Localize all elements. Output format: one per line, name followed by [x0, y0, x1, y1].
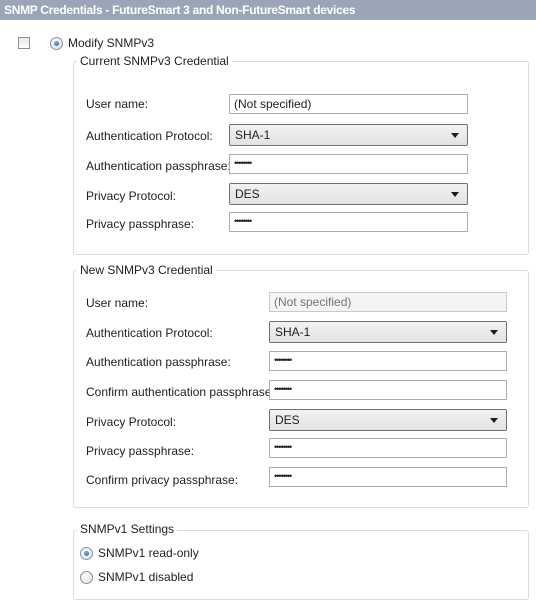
new-privacy-protocol-value: DES — [275, 413, 300, 427]
chevron-down-icon — [490, 418, 498, 423]
new-privacy-pass-field[interactable]: •••••••• — [269, 438, 507, 458]
new-auth-pass-label: Authentication passphrase: — [86, 355, 231, 369]
new-privacy-protocol-select[interactable]: DES — [269, 409, 507, 431]
current-auth-pass-field[interactable]: •••••••• — [229, 154, 468, 174]
confirm-auth-pass-label: Confirm authentication passphrase: — [86, 385, 275, 399]
current-auth-protocol-label: Authentication Protocol: — [86, 129, 213, 143]
current-auth-protocol-value: SHA-1 — [235, 128, 271, 142]
snmpv1-read-only-label: SNMPv1 read-only — [98, 546, 199, 560]
new-auth-pass-field[interactable]: •••••••• — [269, 351, 507, 371]
new-username-label: User name: — [86, 296, 149, 310]
new-privacy-pass-label: Privacy passphrase: — [86, 444, 195, 458]
current-privacy-protocol-label: Privacy Protocol: — [86, 189, 177, 203]
new-auth-protocol-label: Authentication Protocol: — [86, 326, 213, 340]
section-header: SNMP Credentials - FutureSmart 3 and Non… — [0, 0, 536, 20]
current-credential-legend: Current SNMPv3 Credential — [77, 54, 232, 68]
current-auth-pass-label: Authentication passphrase: — [86, 159, 231, 173]
chevron-down-icon — [451, 192, 459, 197]
current-username-label: User name: — [86, 97, 149, 111]
new-privacy-protocol-label: Privacy Protocol: — [86, 415, 177, 429]
snmpv1-disabled-radio[interactable] — [80, 571, 93, 584]
modify-snmpv3-radio[interactable] — [50, 37, 63, 50]
current-privacy-pass-field[interactable]: •••••••• — [229, 212, 468, 232]
current-privacy-protocol-value: DES — [235, 187, 260, 201]
current-username-field[interactable]: (Not specified) — [229, 94, 468, 114]
current-privacy-pass-label: Privacy passphrase: — [86, 217, 195, 231]
chevron-down-icon — [451, 133, 459, 138]
confirm-privacy-pass-label: Confirm privacy passphrase: — [86, 473, 239, 487]
new-username-field[interactable] — [269, 292, 507, 312]
new-auth-protocol-value: SHA-1 — [275, 325, 311, 339]
confirm-privacy-pass-field[interactable]: •••••••• — [269, 467, 507, 487]
modify-snmpv3-label: Modify SNMPv3 — [68, 36, 155, 50]
new-credential-legend: New SNMPv3 Credential — [77, 263, 216, 277]
chevron-down-icon — [490, 330, 498, 335]
new-auth-protocol-select[interactable]: SHA-1 — [269, 321, 507, 343]
current-privacy-protocol-select[interactable]: DES — [229, 183, 468, 205]
snmpv1-disabled-label: SNMPv1 disabled — [98, 570, 194, 584]
current-auth-protocol-select[interactable]: SHA-1 — [229, 124, 468, 146]
snmpv1-legend: SNMPv1 Settings — [77, 522, 178, 536]
snmpv1-read-only-radio[interactable] — [80, 547, 93, 560]
confirm-auth-pass-field[interactable]: •••••••• — [269, 380, 507, 400]
enable-checkbox[interactable] — [18, 37, 30, 49]
